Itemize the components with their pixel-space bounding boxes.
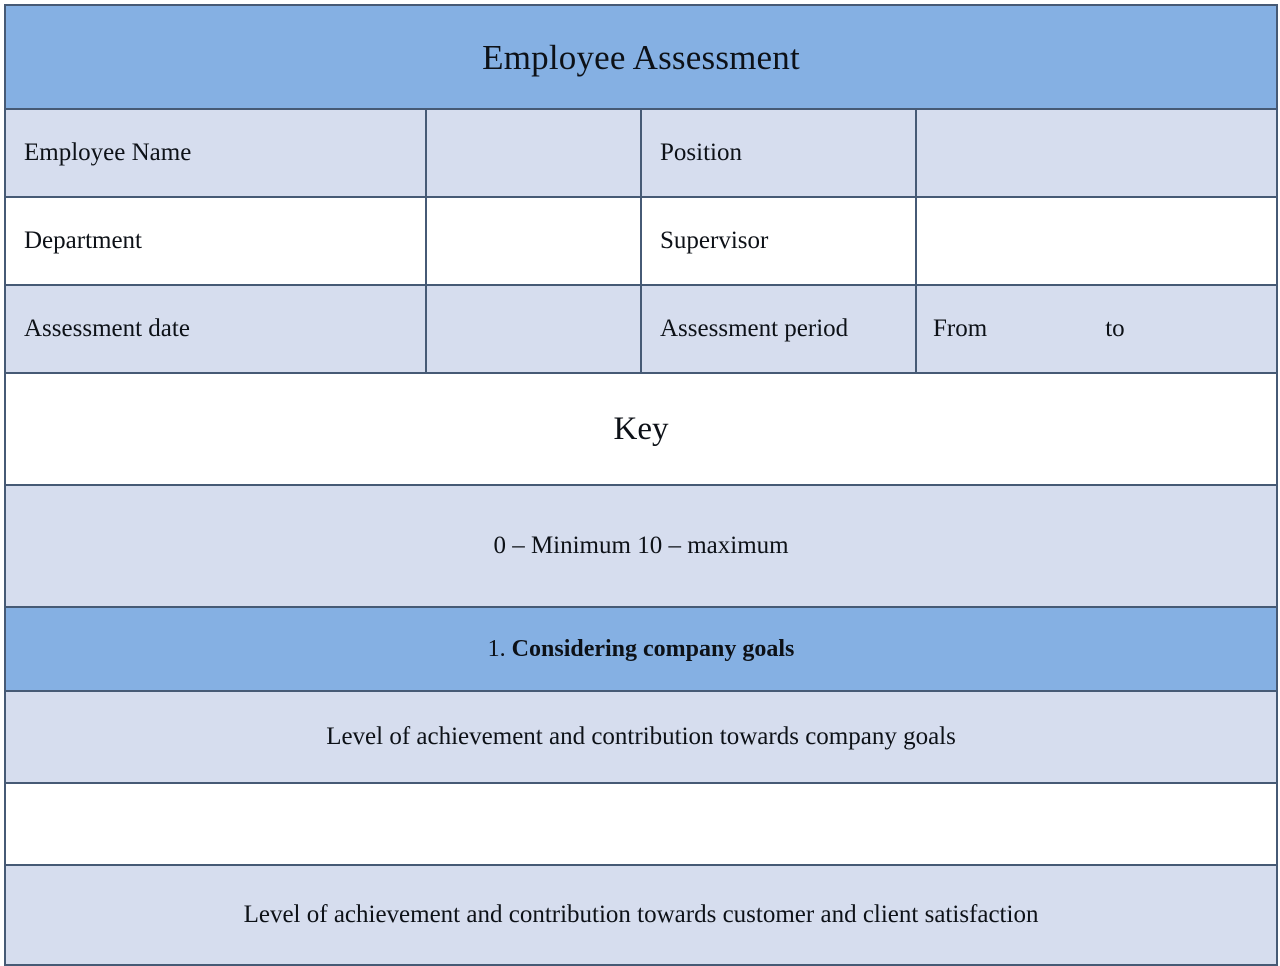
department-label-cell: Department	[4, 196, 427, 286]
assessment-period-value-cell[interactable]: From to	[914, 284, 1279, 374]
assessment-period-label-cell: Assessment period	[640, 284, 917, 374]
criteria-row: Level of achievement and contribution to…	[3, 864, 1279, 966]
document-title-cell: Employee Assessment	[3, 4, 1279, 110]
answer-row	[3, 782, 1279, 866]
supervisor-value-cell[interactable]	[914, 196, 1279, 286]
key-scale-cell: 0 – Minimum 10 – maximum	[3, 484, 1279, 608]
key-heading-row: Key	[3, 372, 1279, 486]
department-value-cell[interactable]	[425, 196, 642, 286]
criterion-1-answer-cell[interactable]	[3, 782, 1279, 866]
assessment-date-label-cell: Assessment date	[4, 284, 427, 374]
page-title: Employee Assessment	[482, 37, 800, 77]
key-scale-row: 0 – Minimum 10 – maximum	[3, 484, 1279, 608]
position-value-cell[interactable]	[914, 108, 1279, 198]
table-row: Employee Name Position	[4, 108, 1279, 198]
position-label-cell: Position	[640, 108, 917, 198]
section-1-heading-cell: 1. Considering company goals	[3, 606, 1279, 692]
assessment-form-table: Employee Assessment Employee Name Positi…	[3, 4, 1279, 966]
section-heading-row: 1. Considering company goals	[3, 606, 1279, 692]
table-row: Assessment date Assessment period From to	[4, 284, 1279, 374]
supervisor-label-cell: Supervisor	[640, 196, 917, 286]
key-heading: Key	[613, 410, 669, 447]
period-from-label: From	[933, 315, 988, 342]
employee-assessment-document: Employee Assessment Employee Name Positi…	[3, 4, 1279, 966]
assessment-date-value-cell[interactable]	[425, 284, 642, 374]
criterion-1-cell: Level of achievement and contribution to…	[3, 690, 1279, 784]
criterion-2-cell: Level of achievement and contribution to…	[3, 864, 1279, 966]
employee-name-value-cell[interactable]	[425, 108, 642, 198]
title-row: Employee Assessment	[3, 4, 1279, 110]
key-heading-cell: Key	[3, 372, 1279, 486]
employee-name-label-cell: Employee Name	[4, 108, 427, 198]
table-row: Department Supervisor	[4, 196, 1279, 286]
section-1-number: 1.	[487, 635, 506, 662]
section-1-title: Considering company goals	[511, 635, 795, 662]
period-to-label: to	[1105, 315, 1125, 342]
criteria-row: Level of achievement and contribution to…	[3, 690, 1279, 784]
